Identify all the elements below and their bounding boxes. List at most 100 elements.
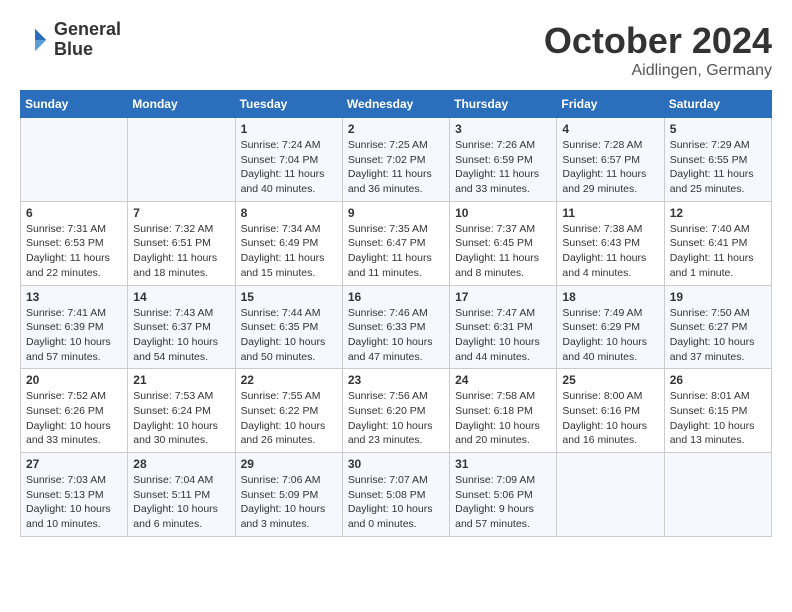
day-number: 12: [670, 206, 766, 220]
col-header-sunday: Sunday: [21, 91, 128, 118]
day-info: Sunrise: 7:28 AM Sunset: 6:57 PM Dayligh…: [562, 138, 658, 197]
day-number: 25: [562, 373, 658, 387]
day-info: Sunrise: 7:35 AM Sunset: 6:47 PM Dayligh…: [348, 222, 444, 281]
calendar-cell: 4 Sunrise: 7:28 AM Sunset: 6:57 PM Daylig…: [557, 118, 664, 202]
calendar-cell: 29Sunrise: 7:06 AM Sunset: 5:09 PM Dayli…: [235, 453, 342, 537]
day-number: 23: [348, 373, 444, 387]
calendar-cell: 14Sunrise: 7:43 AM Sunset: 6:37 PM Dayli…: [128, 285, 235, 369]
day-info: Sunrise: 7:07 AM Sunset: 5:08 PM Dayligh…: [348, 473, 444, 532]
calendar-cell: 11 Sunrise: 7:38 AM Sunset: 6:43 PM Dayli…: [557, 201, 664, 285]
day-number: 20: [26, 373, 122, 387]
logo-text: General Blue: [54, 20, 121, 60]
day-number: 3: [455, 122, 551, 136]
calendar-cell: 7Sunrise: 7:32 AM Sunset: 6:51 PM Daylig…: [128, 201, 235, 285]
calendar-cell: 6 Sunrise: 7:31 AM Sunset: 6:53 PM Daylig…: [21, 201, 128, 285]
day-number: 8: [241, 206, 337, 220]
calendar-cell: 17 Sunrise: 7:47 AM Sunset: 6:31 PM Dayli…: [450, 285, 557, 369]
calendar-cell: 30 Sunrise: 7:07 AM Sunset: 5:08 PM Dayli…: [342, 453, 449, 537]
day-info: Sunrise: 7:03 AM Sunset: 5:13 PM Dayligh…: [26, 473, 122, 532]
day-number: 6: [26, 206, 122, 220]
day-info: Sunrise: 7:49 AM Sunset: 6:29 PM Dayligh…: [562, 306, 658, 365]
day-info: Sunrise: 7:41 AM Sunset: 6:39 PM Dayligh…: [26, 306, 122, 365]
day-info: Sunrise: 7:37 AM Sunset: 6:45 PM Dayligh…: [455, 222, 551, 281]
col-header-thursday: Thursday: [450, 91, 557, 118]
day-number: 5: [670, 122, 766, 136]
calendar-body: 1 Sunrise: 7:24 AM Sunset: 7:04 PM Daylig…: [21, 118, 772, 537]
logo-line1: General: [54, 20, 121, 40]
calendar-cell: 12 Sunrise: 7:40 AM Sunset: 6:41 PM Dayli…: [664, 201, 771, 285]
day-number: 7: [133, 206, 229, 220]
title-block: October 2024 Aidlingen, Germany: [544, 20, 772, 80]
calendar-cell: 3 Sunrise: 7:26 AM Sunset: 6:59 PM Daylig…: [450, 118, 557, 202]
calendar-cell: 18 Sunrise: 7:49 AM Sunset: 6:29 PM Dayli…: [557, 285, 664, 369]
day-info: Sunrise: 7:55 AM Sunset: 6:22 PM Dayligh…: [241, 389, 337, 448]
logo: General Blue: [20, 20, 121, 60]
day-number: 11: [562, 206, 658, 220]
day-info: Sunrise: 7:26 AM Sunset: 6:59 PM Dayligh…: [455, 138, 551, 197]
day-info: Sunrise: 7:46 AM Sunset: 6:33 PM Dayligh…: [348, 306, 444, 365]
day-info: Sunrise: 7:38 AM Sunset: 6:43 PM Dayligh…: [562, 222, 658, 281]
calendar-cell: 24Sunrise: 7:58 AM Sunset: 6:18 PM Dayli…: [450, 369, 557, 453]
calendar-cell: [664, 453, 771, 537]
calendar-cell: 19Sunrise: 7:50 AM Sunset: 6:27 PM Dayli…: [664, 285, 771, 369]
day-info: Sunrise: 7:06 AM Sunset: 5:09 PM Dayligh…: [241, 473, 337, 532]
day-number: 19: [670, 290, 766, 304]
col-header-tuesday: Tuesday: [235, 91, 342, 118]
day-info: Sunrise: 7:24 AM Sunset: 7:04 PM Dayligh…: [241, 138, 337, 197]
calendar-cell: [21, 118, 128, 202]
day-info: Sunrise: 7:25 AM Sunset: 7:02 PM Dayligh…: [348, 138, 444, 197]
calendar-cell: 21Sunrise: 7:53 AM Sunset: 6:24 PM Dayli…: [128, 369, 235, 453]
week-row-5: 27 Sunrise: 7:03 AM Sunset: 5:13 PM Dayli…: [21, 453, 772, 537]
day-number: 17: [455, 290, 551, 304]
calendar-cell: 26 Sunrise: 8:01 AM Sunset: 6:15 PM Dayli…: [664, 369, 771, 453]
day-number: 28: [133, 457, 229, 471]
day-info: Sunrise: 7:31 AM Sunset: 6:53 PM Dayligh…: [26, 222, 122, 281]
day-info: Sunrise: 8:01 AM Sunset: 6:15 PM Dayligh…: [670, 389, 766, 448]
week-row-2: 6 Sunrise: 7:31 AM Sunset: 6:53 PM Daylig…: [21, 201, 772, 285]
calendar-cell: 10 Sunrise: 7:37 AM Sunset: 6:45 PM Dayli…: [450, 201, 557, 285]
week-row-4: 20 Sunrise: 7:52 AM Sunset: 6:26 PM Dayli…: [21, 369, 772, 453]
calendar-cell: 31Sunrise: 7:09 AM Sunset: 5:06 PM Dayli…: [450, 453, 557, 537]
logo-icon: [20, 25, 50, 55]
day-number: 10: [455, 206, 551, 220]
calendar-cell: 8 Sunrise: 7:34 AM Sunset: 6:49 PM Daylig…: [235, 201, 342, 285]
day-number: 27: [26, 457, 122, 471]
page-header: General Blue October 2024 Aidlingen, Ger…: [20, 20, 772, 80]
day-number: 26: [670, 373, 766, 387]
day-number: 22: [241, 373, 337, 387]
day-info: Sunrise: 7:52 AM Sunset: 6:26 PM Dayligh…: [26, 389, 122, 448]
day-number: 1: [241, 122, 337, 136]
day-info: Sunrise: 7:29 AM Sunset: 6:55 PM Dayligh…: [670, 138, 766, 197]
col-header-wednesday: Wednesday: [342, 91, 449, 118]
day-number: 18: [562, 290, 658, 304]
calendar-cell: [128, 118, 235, 202]
col-header-saturday: Saturday: [664, 91, 771, 118]
calendar-cell: 15Sunrise: 7:44 AM Sunset: 6:35 PM Dayli…: [235, 285, 342, 369]
day-info: Sunrise: 7:58 AM Sunset: 6:18 PM Dayligh…: [455, 389, 551, 448]
calendar-cell: 1 Sunrise: 7:24 AM Sunset: 7:04 PM Daylig…: [235, 118, 342, 202]
day-number: 14: [133, 290, 229, 304]
calendar-cell: 2Sunrise: 7:25 AM Sunset: 7:02 PM Daylig…: [342, 118, 449, 202]
calendar-cell: 16Sunrise: 7:46 AM Sunset: 6:33 PM Dayli…: [342, 285, 449, 369]
day-info: Sunrise: 8:00 AM Sunset: 6:16 PM Dayligh…: [562, 389, 658, 448]
week-row-3: 13Sunrise: 7:41 AM Sunset: 6:39 PM Dayli…: [21, 285, 772, 369]
day-info: Sunrise: 7:09 AM Sunset: 5:06 PM Dayligh…: [455, 473, 551, 532]
day-info: Sunrise: 7:34 AM Sunset: 6:49 PM Dayligh…: [241, 222, 337, 281]
header-row: SundayMondayTuesdayWednesdayThursdayFrid…: [21, 91, 772, 118]
day-info: Sunrise: 7:40 AM Sunset: 6:41 PM Dayligh…: [670, 222, 766, 281]
calendar-cell: 5 Sunrise: 7:29 AM Sunset: 6:55 PM Daylig…: [664, 118, 771, 202]
col-header-friday: Friday: [557, 91, 664, 118]
day-number: 30: [348, 457, 444, 471]
calendar-cell: 20 Sunrise: 7:52 AM Sunset: 6:26 PM Dayli…: [21, 369, 128, 453]
day-info: Sunrise: 7:56 AM Sunset: 6:20 PM Dayligh…: [348, 389, 444, 448]
calendar-cell: 25 Sunrise: 8:00 AM Sunset: 6:16 PM Dayli…: [557, 369, 664, 453]
day-number: 9: [348, 206, 444, 220]
calendar-cell: 9 Sunrise: 7:35 AM Sunset: 6:47 PM Daylig…: [342, 201, 449, 285]
calendar-cell: 27 Sunrise: 7:03 AM Sunset: 5:13 PM Dayli…: [21, 453, 128, 537]
day-number: 4: [562, 122, 658, 136]
calendar-table: SundayMondayTuesdayWednesdayThursdayFrid…: [20, 90, 772, 537]
day-info: Sunrise: 7:44 AM Sunset: 6:35 PM Dayligh…: [241, 306, 337, 365]
day-info: Sunrise: 7:53 AM Sunset: 6:24 PM Dayligh…: [133, 389, 229, 448]
calendar-cell: 22 Sunrise: 7:55 AM Sunset: 6:22 PM Dayli…: [235, 369, 342, 453]
day-info: Sunrise: 7:47 AM Sunset: 6:31 PM Dayligh…: [455, 306, 551, 365]
